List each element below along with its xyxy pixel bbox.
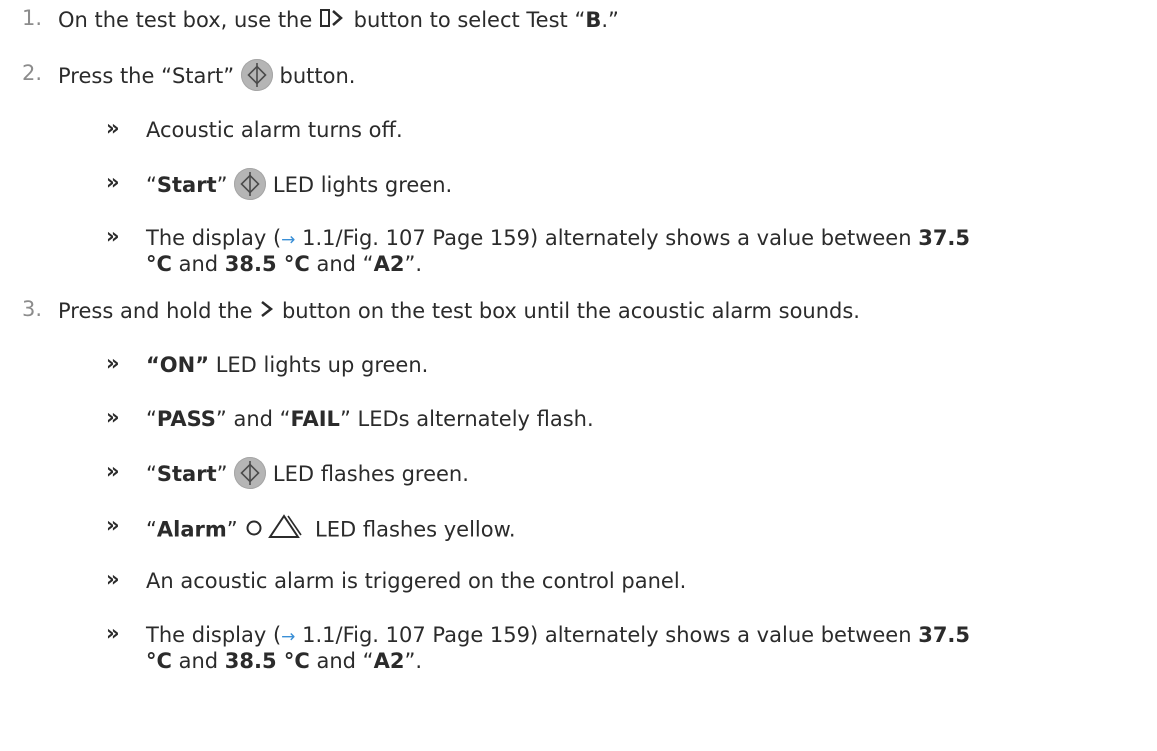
on-label: “ON”	[146, 353, 210, 377]
quote-open: “	[146, 517, 157, 542]
fail-label: FAIL	[290, 407, 340, 431]
value-low: 37.5	[918, 226, 971, 250]
bullet-2-1: »	[106, 116, 120, 140]
result-3-1: “ON” LED lights up green.	[146, 351, 428, 379]
result-3-2: “PASS” and “FAIL” LEDs alternately flash…	[146, 405, 594, 433]
step-3-after: button on the test box until the acousti…	[281, 299, 860, 323]
step-1-before: On the test box, use the	[58, 8, 313, 32]
value-low: 37.5	[918, 623, 971, 647]
display-reference: 1.1/Fig. 107 Page 159) alternately shows…	[295, 226, 919, 250]
step-number-1: 1.	[22, 6, 43, 30]
select-button-icon	[319, 7, 347, 36]
result-3-5: An acoustic alarm is triggered on the co…	[146, 569, 687, 593]
display-text: The display (	[146, 226, 282, 250]
code-a2: A2	[373, 649, 405, 673]
code-a2: A2	[373, 252, 405, 276]
result-2-1: Acoustic alarm turns off.	[146, 118, 403, 142]
unit: °C	[146, 252, 172, 276]
start-button-icon	[240, 59, 273, 91]
and-quote: and “	[309, 252, 374, 276]
result-3-2-after: ” LEDs alternately flash.	[339, 407, 594, 431]
step-1-after: button to select Test “	[353, 8, 586, 32]
step-number-2: 2.	[22, 61, 43, 85]
value-high: 38.5 °C	[224, 252, 310, 276]
end-quote: ”.	[404, 649, 423, 673]
step-2-text: Press the “Start” button.	[58, 59, 356, 93]
and-text: ” and “	[215, 407, 291, 431]
step-1-text: On the test box, use the button to selec…	[58, 6, 619, 36]
step-2-before: Press the “Start”	[58, 64, 235, 88]
result-3-3-after: LED flashes green.	[272, 462, 469, 486]
result-2-2: “Start” LED lights green.	[146, 168, 453, 202]
step-3-before: Press and hold the	[58, 299, 253, 323]
display-text: The display (	[146, 623, 282, 647]
result-3-3: “Start” LED flashes green.	[146, 457, 469, 491]
result-2-3-line2: °C and 38.5 °C and “A2”.	[146, 250, 422, 278]
bullet-3-6: »	[106, 621, 120, 645]
start-label: Start	[156, 462, 217, 486]
display-reference: 1.1/Fig. 107 Page 159) alternately shows…	[295, 623, 919, 647]
reference-arrow-icon[interactable]: →	[281, 627, 295, 647]
bullet-2-3: »	[106, 224, 120, 248]
end-quote: ”.	[404, 252, 423, 276]
bullet-3-2: »	[106, 405, 120, 429]
unit: °C	[146, 649, 172, 673]
step-1-bold: B	[585, 8, 602, 32]
and-text: and	[171, 252, 225, 276]
alarm-led-icon	[244, 513, 308, 548]
bullet-2-2: »	[106, 170, 120, 194]
quote-open: “	[146, 407, 157, 431]
bullet-3-1: »	[106, 351, 120, 375]
bullet-3-5: »	[106, 567, 120, 591]
alarm-label: Alarm	[156, 517, 227, 542]
quote-open: “	[146, 173, 157, 197]
result-2-2-after: LED lights green.	[272, 173, 453, 197]
value-high: 38.5 °C	[224, 649, 310, 673]
quote-close: ”	[216, 173, 228, 197]
result-3-6-line2: °C and 38.5 °C and “A2”.	[146, 647, 422, 675]
bullet-3-3: »	[106, 459, 120, 483]
quote-open: “	[146, 462, 157, 486]
step-3-text: Press and hold the button on the test bo…	[58, 297, 860, 327]
start-led-icon	[234, 457, 267, 489]
quote-close: ”	[216, 462, 228, 486]
pass-label: PASS	[156, 407, 216, 431]
reference-arrow-icon[interactable]: →	[281, 230, 295, 250]
result-3-4: “Alarm” LED flashes yellow.	[146, 513, 516, 548]
quote-close: ”	[226, 517, 238, 542]
and-quote: and “	[309, 649, 374, 673]
bullet-3-4: »	[106, 513, 120, 537]
and-text: and	[171, 649, 225, 673]
start-label: Start	[156, 173, 217, 197]
step-number-3: 3.	[22, 297, 43, 321]
step-1-end: .”	[601, 8, 619, 32]
start-led-icon	[234, 168, 267, 200]
result-3-4-after: LED flashes yellow.	[315, 517, 516, 542]
step-2-after: button.	[279, 64, 356, 88]
chevron-right-icon	[259, 298, 275, 327]
result-3-1-after: LED lights up green.	[209, 353, 429, 377]
